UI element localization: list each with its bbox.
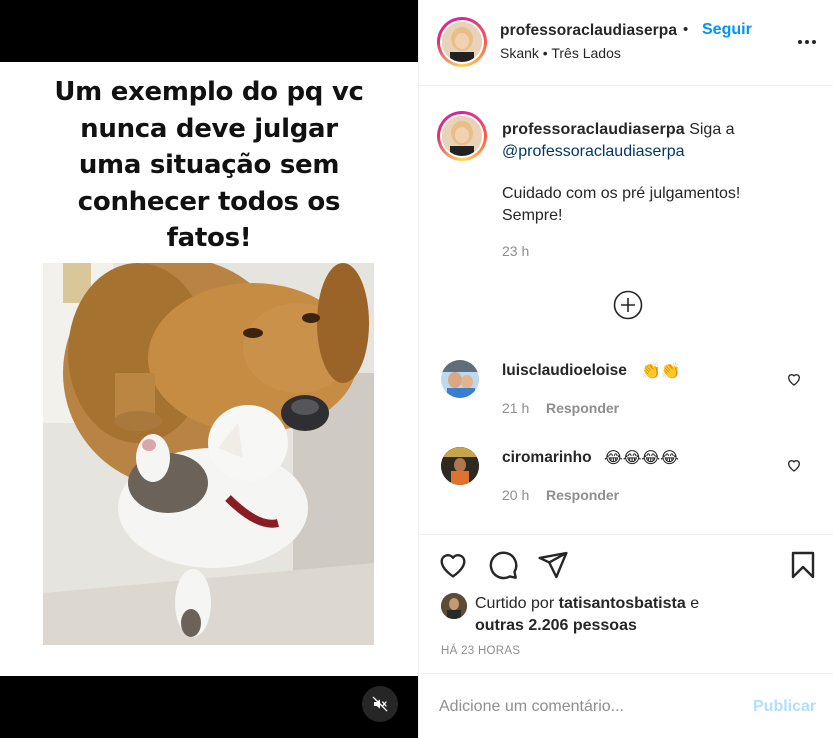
author-photo-icon bbox=[442, 22, 482, 62]
add-comment-bar: Publicar bbox=[419, 673, 833, 738]
dog-and-cat-illustration bbox=[43, 263, 374, 645]
liked-by-user-link[interactable]: tatisantosbatista bbox=[559, 595, 686, 612]
caption-first-line: professoraclaudiaserpa Siga a @professor… bbox=[502, 119, 802, 163]
liked-by-summary: Curtido por tatisantosbatista e outras 2… bbox=[475, 593, 795, 637]
comment-button[interactable] bbox=[487, 549, 519, 581]
liked-by-prefix: Curtido por bbox=[475, 595, 555, 612]
commenter-photo-icon bbox=[441, 360, 479, 398]
share-button[interactable] bbox=[537, 549, 569, 581]
liker-avatar[interactable] bbox=[441, 593, 467, 619]
comment-icon bbox=[489, 551, 518, 580]
post-sidebar: professoraclaudiaserpa • Seguir Skank • … bbox=[418, 0, 833, 738]
post-media[interactable]: Um exemplo do pq vc nunca deve julgar um… bbox=[0, 0, 418, 738]
paper-plane-icon bbox=[538, 551, 568, 579]
heart-icon bbox=[440, 554, 466, 578]
add-comment-input[interactable] bbox=[439, 692, 739, 722]
comment-like-button[interactable] bbox=[786, 371, 802, 387]
post-timestamp[interactable]: HÁ 23 HORAS bbox=[441, 645, 520, 657]
post-actions: Curtido por tatisantosbatista e outras 2… bbox=[419, 534, 833, 738]
more-horizontal-icon bbox=[798, 40, 816, 44]
mute-toggle-button[interactable] bbox=[362, 686, 398, 722]
caption-text-prefix: Siga a bbox=[689, 121, 735, 138]
video-letterbox-top bbox=[0, 0, 418, 62]
speaker-muted-icon bbox=[372, 696, 388, 712]
author-username-link[interactable]: professoraclaudiaserpa bbox=[500, 22, 677, 40]
heart-outline-icon bbox=[787, 374, 801, 386]
comment-timestamp[interactable]: 20 h bbox=[502, 487, 529, 503]
caption-body: Cuidado com os pré julgamentos! Sempre! bbox=[502, 185, 741, 224]
author-avatar[interactable] bbox=[437, 17, 487, 67]
like-button[interactable] bbox=[437, 549, 469, 581]
caption-timestamp[interactable]: 23 h bbox=[502, 243, 529, 259]
heart-outline-icon bbox=[787, 460, 801, 472]
comment-avatar[interactable] bbox=[441, 360, 479, 398]
video-caption-overlay: Um exemplo do pq vc nunca deve julgar um… bbox=[54, 77, 364, 253]
comment-text: 😂😂😂😂 bbox=[604, 450, 679, 467]
comment-text: 👏👏 bbox=[641, 363, 681, 380]
post-header: professoraclaudiaserpa • Seguir Skank • … bbox=[419, 0, 833, 86]
comment-username-link[interactable]: luisclaudioeloise bbox=[502, 362, 627, 380]
comment-timestamp[interactable]: 21 h bbox=[502, 400, 529, 416]
liked-by-others-link[interactable]: outras 2.206 pessoas bbox=[475, 617, 637, 634]
audio-track-link[interactable]: Skank • Três Lados bbox=[500, 45, 621, 61]
reply-button[interactable]: Responder bbox=[546, 487, 619, 503]
comment-username-link[interactable]: ciromarinho bbox=[502, 449, 592, 467]
caption-username-link[interactable]: professoraclaudiaserpa bbox=[502, 121, 685, 138]
comment-avatar[interactable] bbox=[441, 447, 479, 485]
author-photo-icon bbox=[442, 116, 482, 156]
instagram-post: Um exemplo do pq vc nunca deve julgar um… bbox=[0, 0, 833, 738]
video-letterbox-bottom bbox=[0, 676, 418, 738]
publish-button[interactable]: Publicar bbox=[753, 698, 816, 716]
caption-mention-link[interactable]: @professoraclaudiaserpa bbox=[502, 143, 685, 160]
follow-button[interactable]: Seguir bbox=[702, 21, 752, 39]
commenter-photo-icon bbox=[441, 447, 479, 485]
liked-by-conjunction: e bbox=[690, 595, 700, 612]
separator-dot: • bbox=[683, 21, 689, 38]
liker-photo-icon bbox=[441, 593, 467, 619]
comment-like-button[interactable] bbox=[786, 457, 802, 473]
load-more-comments-button[interactable] bbox=[613, 290, 643, 320]
caption-author-avatar[interactable] bbox=[437, 111, 487, 161]
more-options-button[interactable] bbox=[795, 30, 819, 54]
reply-button[interactable]: Responder bbox=[546, 400, 619, 416]
bookmark-icon bbox=[791, 551, 815, 579]
dog-and-cat-image bbox=[43, 263, 374, 645]
plus-circle-icon bbox=[613, 290, 643, 320]
save-button[interactable] bbox=[787, 549, 819, 581]
